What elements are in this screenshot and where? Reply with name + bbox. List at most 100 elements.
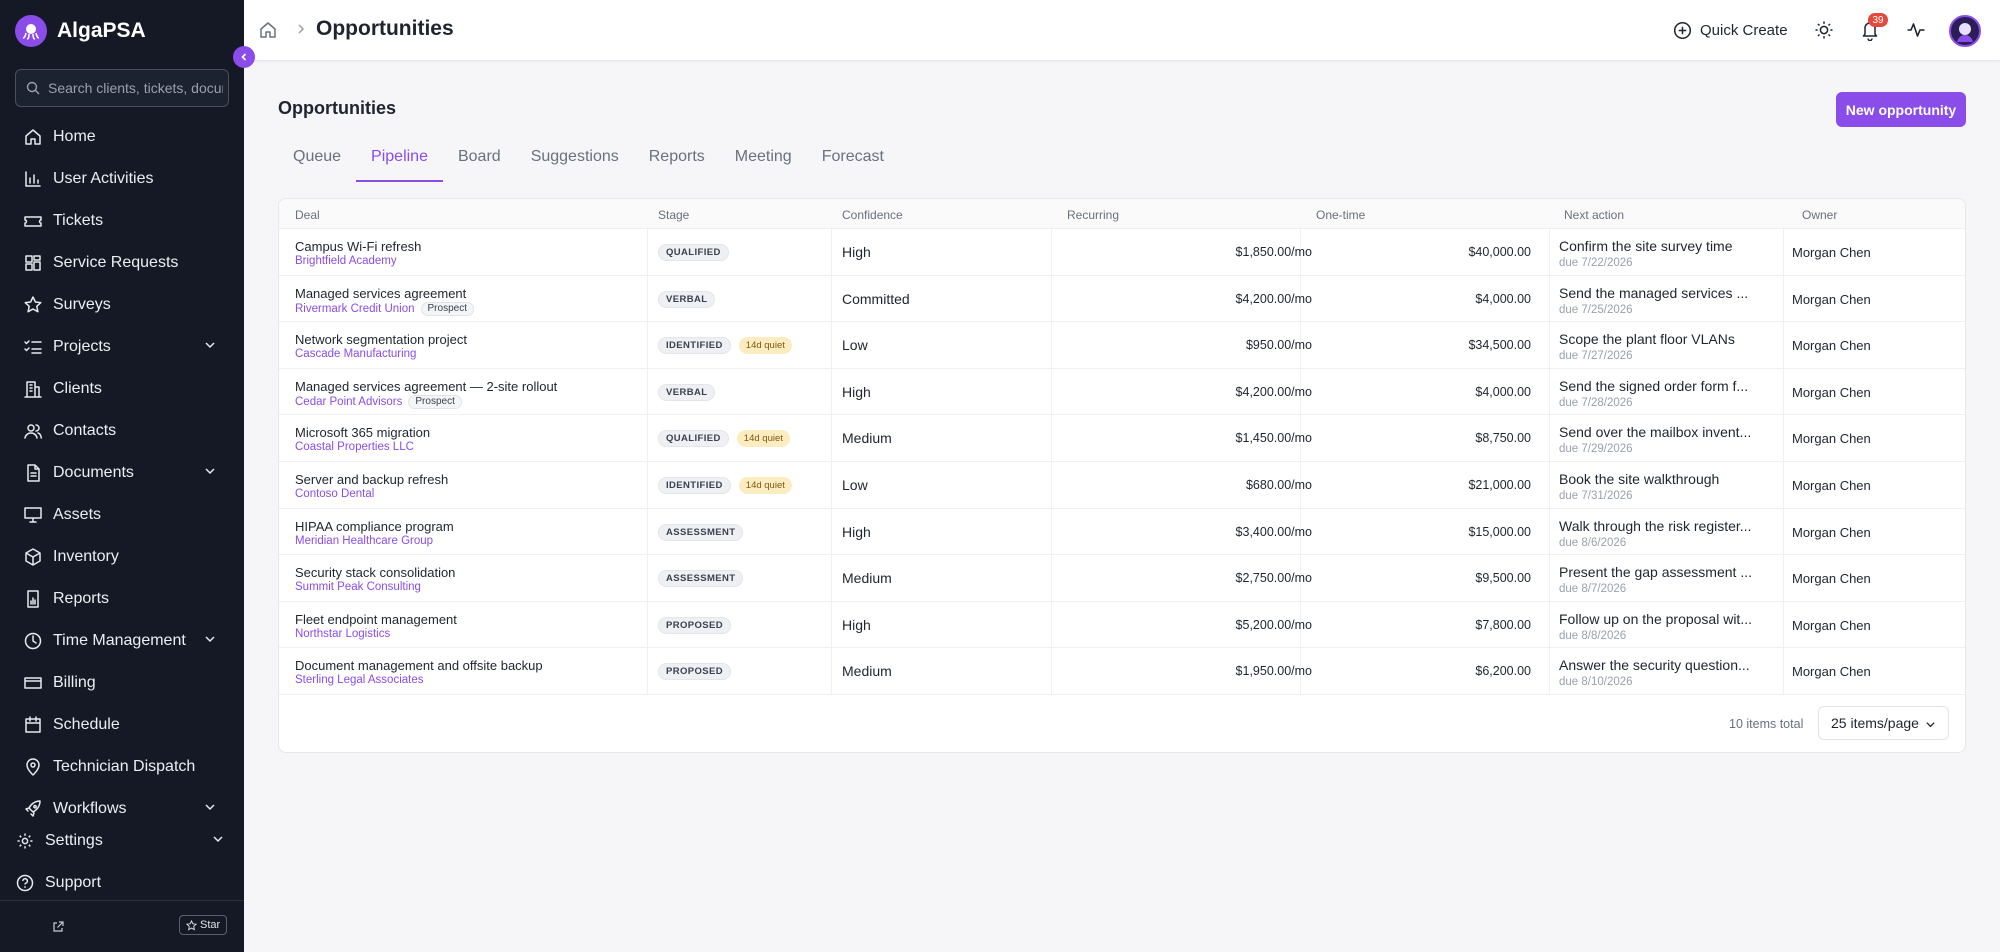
sidebar-collapse-button[interactable]: [233, 46, 255, 68]
table-row[interactable]: Server and backup refresh Contoso Dental I…: [279, 462, 1965, 509]
sidebar-item-service-requests[interactable]: Service Requests: [0, 242, 244, 284]
client-link[interactable]: Summit Peak Consulting: [295, 581, 421, 593]
client-link[interactable]: Rivermark Credit Union: [295, 303, 415, 315]
sun-icon[interactable]: [1814, 20, 1834, 40]
sidebar-search[interactable]: [15, 69, 229, 107]
notification-badge: 39: [1868, 13, 1888, 27]
stage-badge: VERBAL: [658, 290, 716, 308]
next-action: Follow up on the proposal wit...: [1559, 610, 1752, 627]
column-header-recurring[interactable]: Recurring: [1067, 208, 1119, 222]
confidence: Committed: [842, 290, 910, 307]
sidebar-item-time-management[interactable]: Time Management: [0, 620, 244, 662]
sidebar-item-surveys[interactable]: Surveys: [0, 284, 244, 326]
next-action-due: due 8/8/2026: [1559, 629, 1627, 642]
table-row[interactable]: Fleet endpoint management Northstar Logis…: [279, 601, 1965, 649]
table-row[interactable]: Network segmentation project Cascade Manu…: [279, 322, 1965, 369]
sidebar-item-clients[interactable]: Clients: [0, 368, 244, 410]
tab-meeting[interactable]: Meeting: [720, 148, 807, 182]
deal-name[interactable]: HIPAA compliance program: [295, 519, 454, 534]
client-link[interactable]: Cascade Manufacturing: [295, 348, 416, 360]
user-avatar[interactable]: [1949, 15, 1981, 47]
new-opportunity-button[interactable]: New opportunity: [1836, 92, 1966, 127]
tab-suggestions[interactable]: Suggestions: [516, 148, 634, 182]
sidebar-item-documents[interactable]: Documents: [0, 452, 244, 494]
client-link[interactable]: Meridian Healthcare Group: [295, 535, 433, 547]
deal-name[interactable]: Fleet endpoint management: [295, 612, 457, 627]
column-divider: [1783, 415, 1784, 462]
sidebar-item-schedule[interactable]: Schedule: [0, 704, 244, 746]
sidebar-item-billing[interactable]: Billing: [0, 662, 244, 704]
client-link[interactable]: Sterling Legal Associates: [295, 674, 424, 686]
tab-queue[interactable]: Queue: [278, 148, 356, 182]
column-header-one-time[interactable]: One-time: [1316, 208, 1365, 222]
table-row[interactable]: Managed services agreement — 2-site roll…: [279, 368, 1965, 416]
table-row[interactable]: Managed services agreement Rivermark Cred…: [279, 275, 1965, 323]
home-icon[interactable]: [258, 20, 278, 40]
sidebar-item-projects[interactable]: Projects: [0, 326, 244, 368]
column-header-next-action[interactable]: Next action: [1564, 208, 1624, 222]
deal-name[interactable]: Managed services agreement: [295, 286, 466, 301]
tab-board[interactable]: Board: [443, 148, 516, 182]
one-time-amount: $40,000.00: [1468, 245, 1531, 259]
quiet-badge: 14d quiet: [736, 430, 790, 448]
client-link[interactable]: Northstar Logistics: [295, 628, 390, 640]
client-link[interactable]: Coastal Properties LLC: [295, 441, 414, 453]
credit-card-icon: [23, 673, 43, 693]
sidebar-item-inventory[interactable]: Inventory: [0, 536, 244, 578]
tab-forecast[interactable]: Forecast: [807, 148, 899, 182]
deal-name[interactable]: Network segmentation project: [295, 332, 467, 347]
column-divider: [647, 275, 648, 323]
table-row[interactable]: Document management and offsite backup St…: [279, 648, 1965, 695]
table-row[interactable]: Microsoft 365 migration Coastal Propertie…: [279, 415, 1965, 462]
deal-client: Rivermark Credit Union Prospect: [295, 301, 474, 316]
sidebar-item-user-activities[interactable]: User Activities: [0, 158, 244, 200]
deal-name[interactable]: Server and backup refresh: [295, 472, 448, 487]
column-divider: [1549, 368, 1550, 416]
sidebar-item-contacts[interactable]: Contacts: [0, 410, 244, 452]
column-divider: [831, 462, 832, 509]
sidebar-item-tickets[interactable]: Tickets: [0, 200, 244, 242]
page-size-select[interactable]: 25 items/page: [1818, 706, 1949, 740]
column-header-stage[interactable]: Stage: [658, 208, 689, 222]
column-divider: [1549, 415, 1550, 462]
client-link[interactable]: Cedar Point Advisors: [295, 396, 402, 408]
column-header-confidence[interactable]: Confidence: [842, 208, 903, 222]
brand[interactable]: AlgaPSA: [15, 14, 146, 48]
column-header-deal[interactable]: Deal: [295, 208, 320, 222]
help-circle-icon: [15, 873, 35, 893]
sidebar-item-label: Technician Dispatch: [53, 758, 196, 775]
chevron-down-icon: [213, 836, 223, 843]
deal-client: Contoso Dental: [295, 488, 374, 500]
tab-reports[interactable]: Reports: [634, 148, 720, 182]
deal-name[interactable]: Campus Wi-Fi refresh: [295, 239, 421, 254]
deal-name[interactable]: Security stack consolidation: [295, 565, 455, 580]
recurring-amount: $1,450.00/mo: [1235, 431, 1312, 446]
search-input[interactable]: [48, 80, 223, 96]
sidebar-item-settings[interactable]: Settings: [0, 820, 244, 862]
confidence: High: [842, 523, 871, 540]
sidebar-item-support[interactable]: Support: [0, 862, 244, 904]
table-row[interactable]: Security stack consolidation Summit Peak …: [279, 555, 1965, 602]
chevron-right-icon: [298, 24, 305, 34]
quick-create-button[interactable]: Quick Create: [1673, 18, 1788, 42]
sidebar-item-reports[interactable]: Reports: [0, 578, 244, 620]
sidebar-item-assets[interactable]: Assets: [0, 494, 244, 536]
tab-pipeline[interactable]: Pipeline: [356, 148, 443, 182]
external-link-icon[interactable]: [52, 921, 64, 933]
client-link[interactable]: Brightfield Academy: [295, 255, 397, 267]
deal-name[interactable]: Microsoft 365 migration: [295, 425, 430, 440]
deal-name[interactable]: Managed services agreement — 2-site roll…: [295, 379, 557, 394]
stage-badge: QUALIFIED: [658, 244, 729, 261]
column-header-owner[interactable]: Owner: [1802, 208, 1837, 222]
sidebar-item-technician-dispatch[interactable]: Technician Dispatch: [0, 746, 244, 788]
table-row[interactable]: HIPAA compliance program Meridian Healthc…: [279, 508, 1965, 556]
activity-icon[interactable]: [1906, 20, 1926, 40]
deal-client: Sterling Legal Associates: [295, 674, 424, 686]
github-star-button[interactable]: Star: [179, 915, 228, 935]
client-link[interactable]: Contoso Dental: [295, 488, 374, 500]
table-row[interactable]: Campus Wi-Fi refresh Brightfield Academy Q…: [279, 229, 1965, 276]
next-action-due: due 8/10/2026: [1559, 676, 1633, 689]
deal-name[interactable]: Document management and offsite backup: [295, 658, 543, 673]
sidebar-item-home[interactable]: Home: [0, 116, 244, 158]
owner: Morgan Chen: [1792, 571, 1871, 587]
